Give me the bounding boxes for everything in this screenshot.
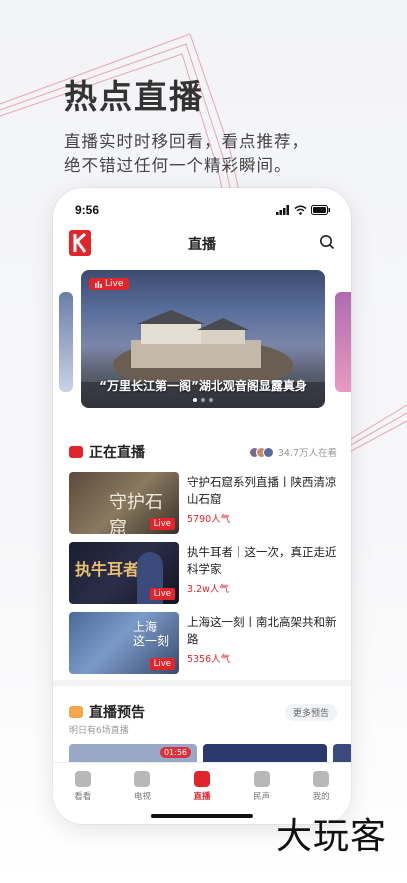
live-item-popularity: 3.2w人气 bbox=[187, 584, 229, 595]
live-badge: Live bbox=[89, 278, 130, 290]
banner-carousel[interactable]: Live “万里长江第一阁”湖北观音阁显露真身 bbox=[53, 270, 351, 410]
promo-subline-2: 绝不错过任何一个精彩瞬间。 bbox=[64, 156, 292, 175]
wifi-icon bbox=[294, 205, 307, 215]
viewer-count[interactable]: 34.7万人在看 bbox=[248, 445, 337, 459]
live-badge: Live bbox=[149, 518, 175, 530]
avatar bbox=[262, 446, 274, 458]
carousel-dot bbox=[201, 398, 205, 402]
live-item-popularity: 5790人气 bbox=[187, 514, 231, 525]
banner-caption: “万里长江第一阁”湖北观音阁显露真身 bbox=[99, 379, 307, 393]
preview-time: 01:56 bbox=[159, 747, 191, 758]
signal-icon bbox=[276, 205, 289, 215]
watermark: 大玩客 bbox=[275, 816, 387, 857]
thumbnail-calligraphy: 执牛耳者 bbox=[75, 560, 140, 579]
tab-kankan[interactable]: 看看 bbox=[53, 763, 113, 824]
phone-frame: 9:56 直播 Live “万里长江第一阁”湖北观音阁显露真身 正在直播 34.… bbox=[53, 188, 351, 824]
carousel-dot bbox=[209, 398, 213, 402]
live-badge: Live bbox=[149, 658, 175, 670]
live-item-info: 守护石窟系列直播丨陕西清凉山石窟 5790人气 bbox=[187, 474, 339, 525]
live-list-item[interactable]: 执牛耳者 Live 执牛耳者｜这一次，真正走近科学家 3.2w人气 bbox=[69, 542, 339, 604]
preview-subtitle: 明日有6场直播 bbox=[69, 726, 129, 736]
live-camera-icon bbox=[193, 771, 210, 787]
more-previews-button[interactable]: 更多预告 bbox=[284, 703, 337, 721]
tab-label: 民声 bbox=[253, 792, 271, 802]
preview-cards: 01:56 bbox=[69, 744, 351, 762]
carousel-dots bbox=[81, 398, 325, 402]
live-list-item[interactable]: 上海 这一刻 Live 上海这一刻丨南北高架共和新路 5356人气 bbox=[69, 612, 339, 674]
carousel-prev-peek[interactable] bbox=[59, 292, 73, 392]
promo-text: 热点直播 直播实时时移回看，看点推荐， 绝不错过任何一个精彩瞬间。 bbox=[64, 70, 309, 178]
battery-icon bbox=[311, 205, 330, 215]
live-item-info: 上海这一刻丨南北高架共和新路 5356人气 bbox=[187, 614, 339, 665]
tab-label: 电视 bbox=[133, 792, 151, 802]
carousel-next-peek[interactable] bbox=[335, 292, 351, 392]
preview-section-header: 直播预告 更多预告 bbox=[69, 702, 337, 722]
live-item-title: 执牛耳者｜这一次，真正走近科学家 bbox=[187, 545, 337, 576]
preview-card[interactable] bbox=[203, 744, 327, 762]
live-item-title: 守护石窟系列直播丨陕西清凉山石窟 bbox=[187, 475, 337, 506]
live-item-popularity: 5356人气 bbox=[187, 654, 231, 665]
profile-icon bbox=[313, 771, 330, 787]
live-list-item[interactable]: 守护石窟 Live 守护石窟系列直播丨陕西清凉山石窟 5790人气 bbox=[69, 472, 339, 534]
live-bars-icon bbox=[95, 280, 102, 288]
live-item-title: 上海这一刻丨南北高架共和新路 bbox=[187, 615, 337, 646]
status-bar: 9:56 bbox=[75, 202, 331, 218]
live-badge-label: Live bbox=[105, 279, 124, 289]
live-thumbnail: 上海 这一刻 Live bbox=[69, 612, 179, 674]
home-indicator bbox=[151, 814, 253, 818]
promo-headline: 热点直播 bbox=[64, 77, 204, 116]
page-title: 直播 bbox=[188, 237, 216, 253]
live-section-title: 正在直播 bbox=[89, 445, 145, 461]
live-thumbnail: 执牛耳者 Live bbox=[69, 542, 179, 604]
carousel-dot bbox=[193, 398, 197, 402]
preview-section-title: 直播预告 bbox=[89, 705, 145, 721]
tab-label: 看看 bbox=[74, 792, 92, 802]
calendar-icon bbox=[69, 706, 83, 718]
banner-slide[interactable]: Live “万里长江第一阁”湖北观音阁显露真身 bbox=[81, 270, 325, 408]
speech-icon bbox=[253, 771, 270, 787]
live-thumbnail: 守护石窟 Live bbox=[69, 472, 179, 534]
live-badge: Live bbox=[149, 588, 175, 600]
thumbnail-calligraphy: 上海 这一刻 bbox=[133, 620, 170, 648]
viewer-count-label: 34.7万人在看 bbox=[277, 448, 337, 459]
section-divider bbox=[53, 680, 351, 686]
status-icons bbox=[276, 205, 331, 215]
app-bar: 直播 bbox=[53, 228, 351, 264]
live-section-header: 正在直播 34.7万人在看 bbox=[69, 442, 337, 462]
viewer-avatars bbox=[248, 446, 274, 458]
tv-icon bbox=[134, 771, 151, 787]
preview-card[interactable]: 01:56 bbox=[69, 744, 197, 762]
promo-subline-1: 直播实时时移回看，看点推荐， bbox=[64, 132, 309, 151]
live-section-icon bbox=[69, 446, 83, 458]
live-item-info: 执牛耳者｜这一次，真正走近科学家 3.2w人气 bbox=[187, 544, 339, 595]
status-time: 9:56 bbox=[75, 203, 100, 217]
search-icon[interactable] bbox=[319, 234, 335, 250]
preview-card[interactable] bbox=[333, 744, 351, 762]
home-icon bbox=[74, 771, 91, 787]
promo-subline: 直播实时时移回看，看点推荐， 绝不错过任何一个精彩瞬间。 bbox=[64, 130, 309, 178]
tab-label: 直播 bbox=[193, 792, 211, 802]
tab-label: 我的 bbox=[312, 792, 330, 802]
